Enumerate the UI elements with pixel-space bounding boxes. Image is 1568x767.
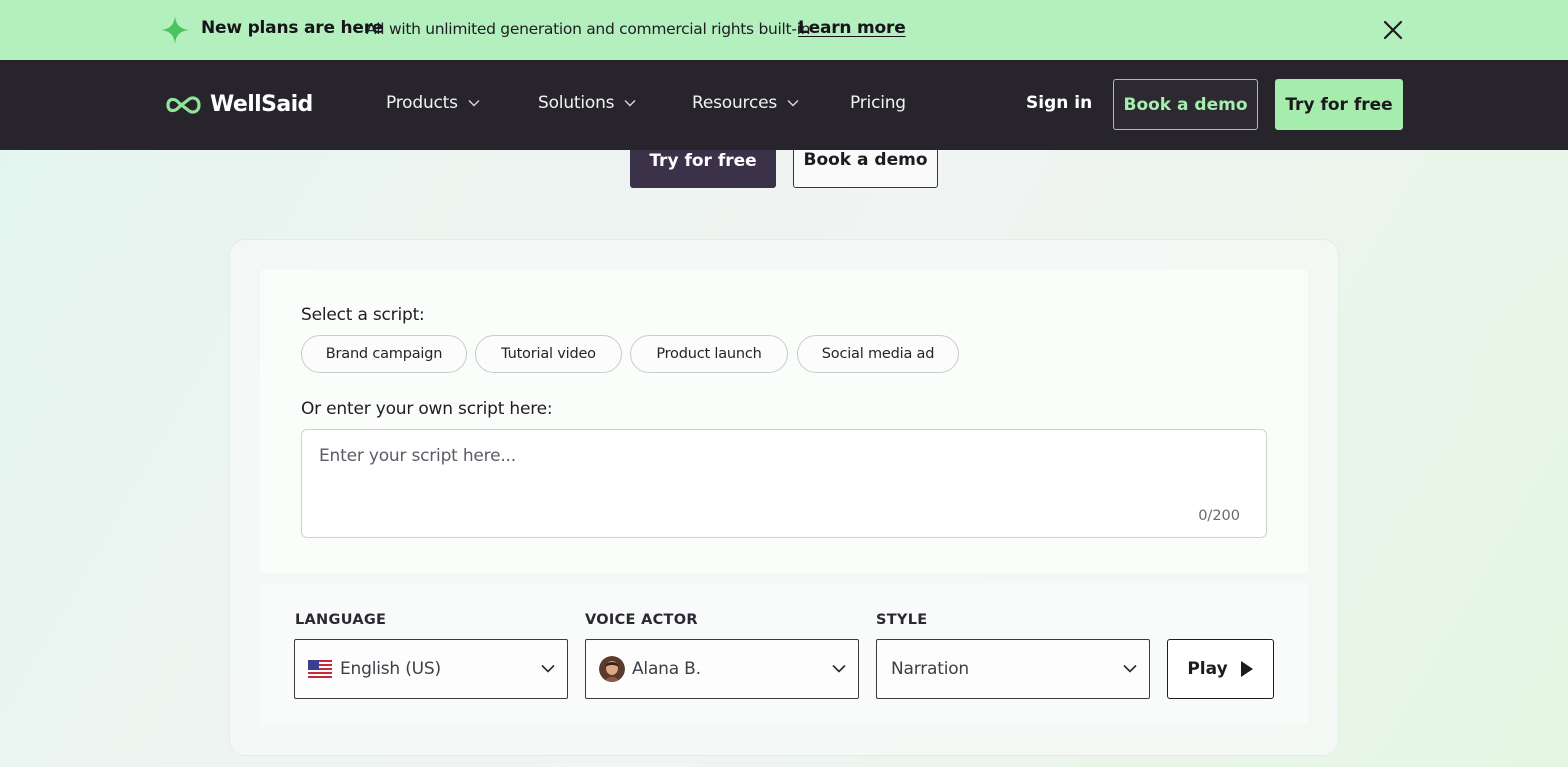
brand-logo[interactable]: WellSaid	[165, 92, 313, 117]
script-chip-brand-campaign[interactable]: Brand campaign	[301, 335, 467, 373]
avatar	[599, 656, 625, 682]
character-count: 0/200	[1198, 508, 1240, 524]
script-placeholder: Enter your script here...	[319, 446, 516, 466]
play-button[interactable]: Play	[1167, 639, 1274, 699]
book-demo-button[interactable]: Book a demo	[1113, 79, 1258, 130]
nav-item-label: Products	[386, 93, 458, 113]
sign-in-link[interactable]: Sign in	[1026, 93, 1092, 113]
own-script-label: Or enter your own script here:	[301, 399, 553, 419]
chevron-down-icon	[468, 100, 480, 107]
play-label: Play	[1187, 659, 1228, 679]
select-script-label: Select a script:	[301, 305, 425, 325]
chevron-down-icon	[541, 664, 555, 673]
nav-item-products[interactable]: Products	[386, 93, 480, 113]
voice-actor-select[interactable]: Alana B.	[585, 639, 859, 699]
script-textarea[interactable]: Enter your script here... 0/200	[301, 429, 1267, 538]
style-select[interactable]: Narration	[876, 639, 1150, 699]
style-label: STYLE	[876, 612, 928, 628]
hero-demo-label: Book a demo	[803, 150, 928, 170]
try-free-button[interactable]: Try for free	[1275, 79, 1403, 130]
hero-try-label: Try for free	[649, 151, 757, 171]
announcement-title: New plans are here	[201, 18, 384, 38]
language-value: English (US)	[340, 659, 441, 679]
script-chip-social-media-ad[interactable]: Social media ad	[797, 335, 959, 373]
chevron-down-icon	[1123, 664, 1137, 673]
script-chip-tutorial-video[interactable]: Tutorial video	[475, 335, 622, 373]
announcement-description: All with unlimited generation and commer…	[366, 20, 811, 38]
announcement-bar: New plans are here All with unlimited ge…	[0, 0, 1568, 60]
brand-name: WellSaid	[210, 92, 313, 117]
voice-actor-value: Alana B.	[632, 659, 701, 679]
style-value: Narration	[891, 659, 969, 679]
voice-actor-label: VOICE ACTOR	[585, 612, 698, 628]
nav-item-label: Solutions	[538, 93, 615, 113]
nav-item-resources[interactable]: Resources	[692, 93, 799, 113]
sparkle-icon	[161, 16, 189, 44]
language-label: LANGUAGE	[295, 612, 387, 628]
nav-item-label: Resources	[692, 93, 778, 113]
chevron-down-icon	[624, 100, 636, 107]
chevron-down-icon	[787, 100, 799, 107]
nav-item-solutions[interactable]: Solutions	[538, 93, 636, 113]
chevron-down-icon	[832, 664, 846, 673]
script-chip-product-launch[interactable]: Product launch	[630, 335, 788, 373]
wellsaid-logo-icon	[166, 95, 201, 114]
language-select[interactable]: English (US)	[294, 639, 568, 699]
learn-more-link[interactable]: Learn more	[798, 18, 906, 38]
us-flag-icon	[308, 660, 332, 678]
nav-item-pricing[interactable]: Pricing	[850, 93, 906, 113]
nav-item-label: Pricing	[850, 93, 906, 113]
close-icon[interactable]	[1381, 18, 1405, 42]
play-icon	[1240, 661, 1253, 677]
